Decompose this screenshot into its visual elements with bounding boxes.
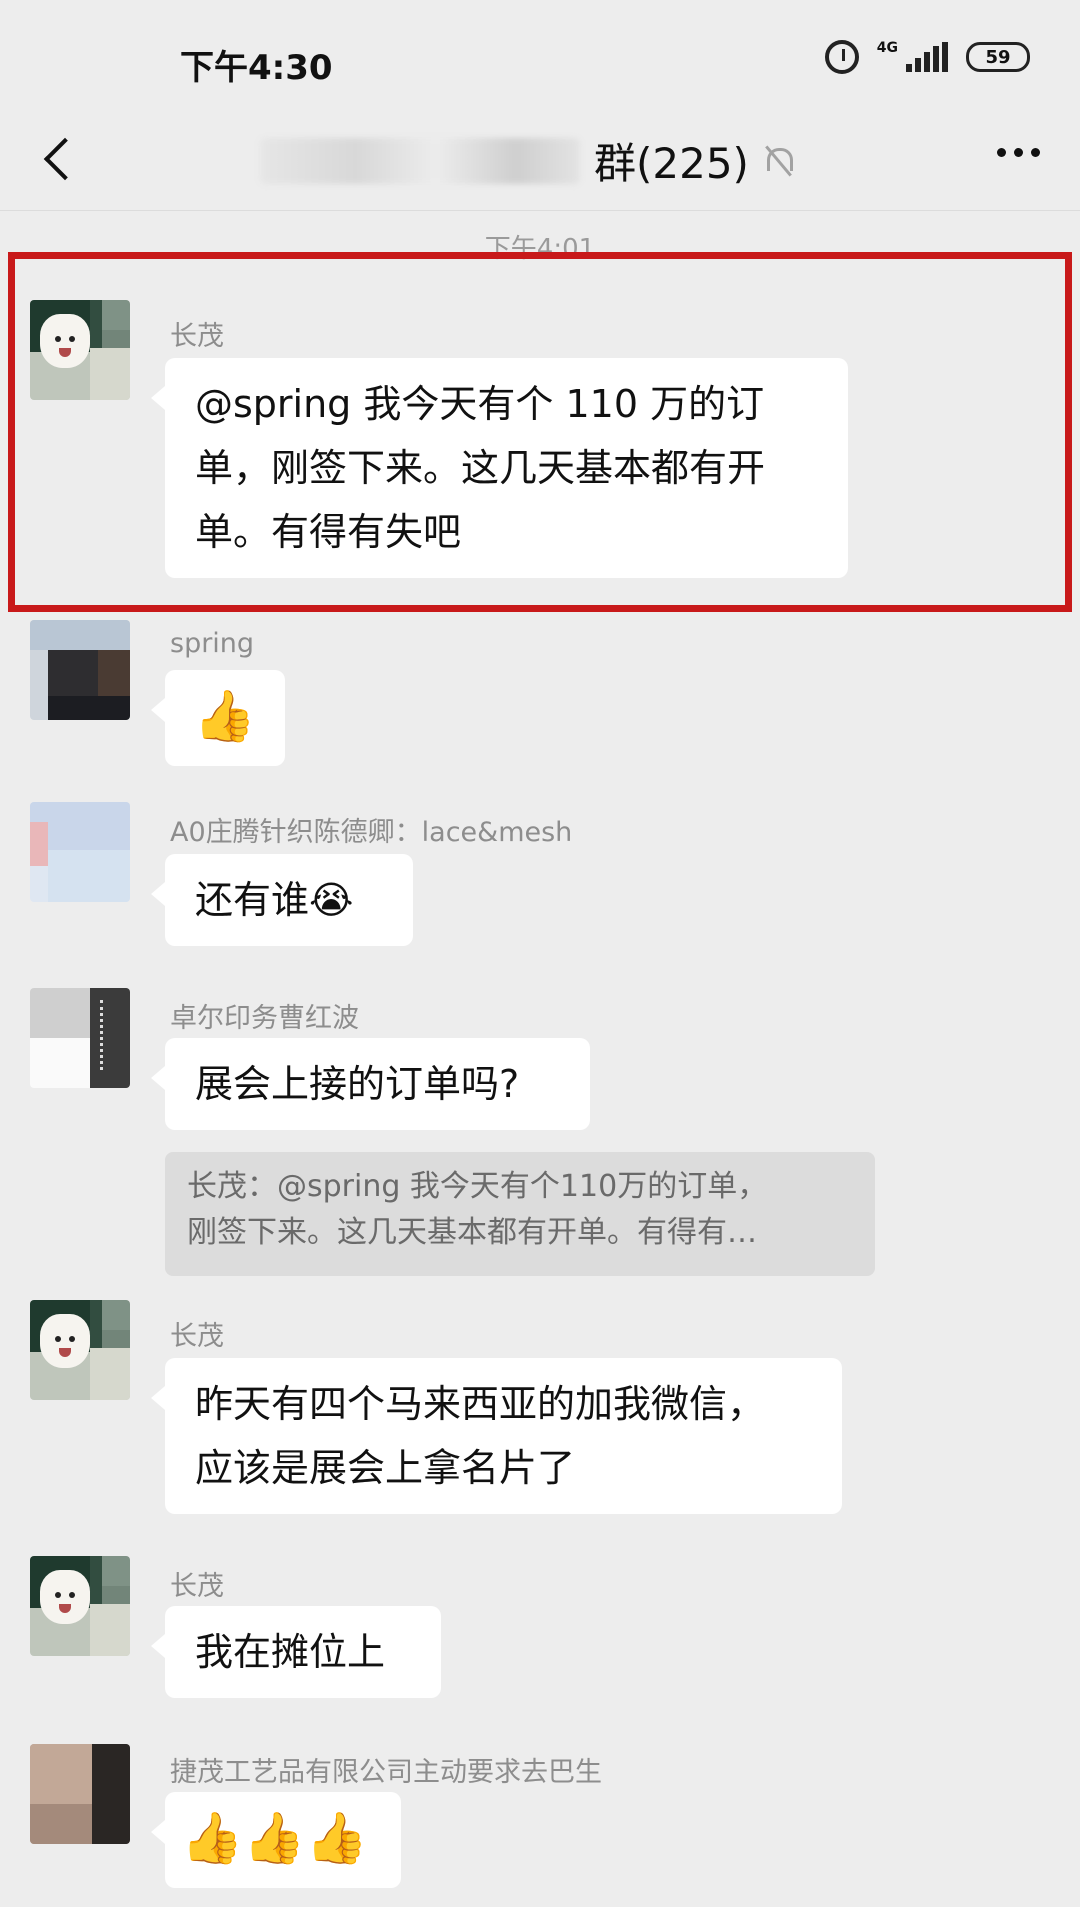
mute-bell-icon [763, 144, 793, 178]
chat-header: 群(225) [0, 110, 1080, 211]
status-icons: 4G 59 [824, 40, 1030, 74]
more-options-icon[interactable] [997, 148, 1040, 157]
message-bubble[interactable]: 展会上接的订单吗? [151, 1038, 590, 1130]
thumbs-up-emoji: 👍 [193, 687, 257, 745]
back-icon[interactable] [36, 132, 86, 188]
signal-icon [906, 42, 948, 72]
alarm-icon [824, 40, 859, 74]
message-bubble[interactable]: 昨天有四个马来西亚的加我微信， 应该是展会上拿名片了 [151, 1358, 842, 1514]
quote-line: 长茂：@spring 我今天有个110万的订单， [187, 1169, 768, 1204]
avatar[interactable] [30, 1300, 130, 1400]
red-highlight-box [8, 252, 1072, 612]
avatar[interactable] [30, 1744, 130, 1844]
sender-name: 卓尔印务曹红波 [170, 1003, 359, 1034]
message-bubble[interactable]: 我在摊位上 [151, 1606, 441, 1698]
sender-name: 长茂 [170, 1321, 224, 1352]
message-bubble[interactable]: 还有谁😭 [151, 854, 413, 946]
chat-title-text: 群(225) [594, 139, 749, 188]
message-bubble[interactable]: 👍 [151, 670, 285, 766]
battery-icon: 59 [966, 42, 1030, 72]
avatar[interactable] [30, 620, 130, 720]
sender-name: spring [170, 628, 255, 659]
avatar[interactable] [30, 988, 130, 1088]
message-line: 应该是展会上拿名片了 [195, 1446, 576, 1490]
message-text: 还有谁😭 [195, 878, 354, 922]
message-line: 昨天有四个马来西亚的加我微信， [195, 1382, 766, 1426]
status-bar: 下午4:30 4G 59 [0, 0, 1080, 110]
chat-title: 群(225) [260, 130, 793, 191]
title-blurred-region [260, 137, 580, 184]
message-text: 展会上接的订单吗? [195, 1062, 520, 1106]
quote-line: 刚签下来。这几天基本都有开单。有得有… [187, 1215, 757, 1250]
message-text: 我在摊位上 [195, 1630, 386, 1674]
message-bubble[interactable]: 👍👍👍 [151, 1792, 401, 1888]
network-label: 4G [876, 40, 898, 56]
avatar[interactable] [30, 1556, 130, 1656]
battery-level: 59 [985, 46, 1011, 68]
sender-name: A0庄腾针织陈德卿：lace&mesh [170, 817, 573, 848]
quoted-reply[interactable]: 长茂：@spring 我今天有个110万的订单， 刚签下来。这几天基本都有开单。… [165, 1152, 875, 1276]
thumbs-up-emoji: 👍👍👍 [181, 1809, 368, 1867]
status-time: 下午4:30 [180, 48, 333, 88]
avatar[interactable] [30, 802, 130, 902]
sender-name: 长茂 [170, 1571, 224, 1602]
sender-name: 捷茂工艺品有限公司主动要求去巴生 [170, 1757, 602, 1788]
